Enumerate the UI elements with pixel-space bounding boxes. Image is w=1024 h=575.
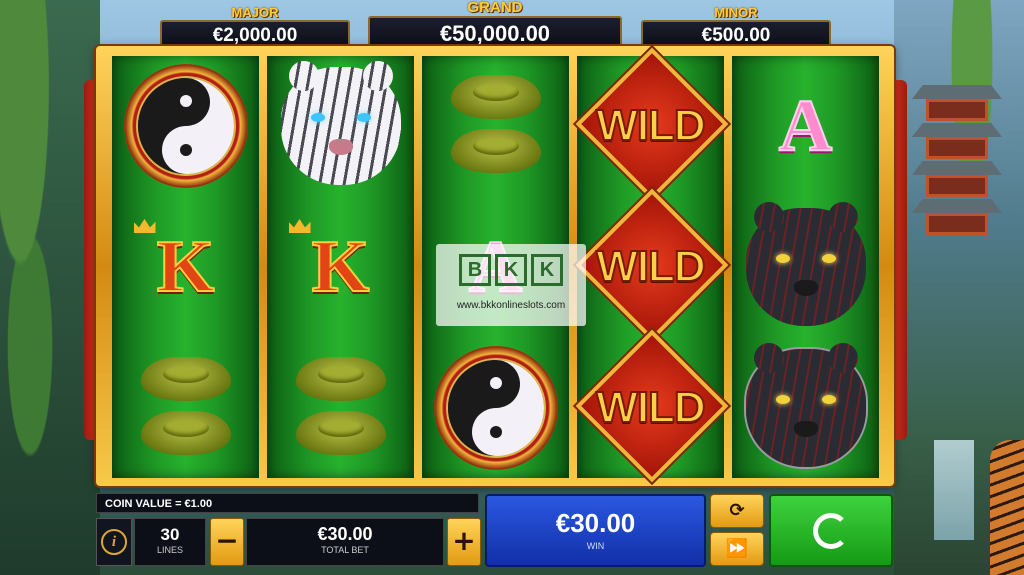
jackpot-grand-label: GRAND (467, 0, 523, 16)
win-label: WIN (586, 541, 605, 551)
reel-2: K (267, 56, 414, 478)
reel-4: WILD WILD WILD (577, 53, 724, 478)
symbol-cell (732, 338, 879, 478)
symbol-cell (112, 56, 259, 196)
reel-1: K (112, 56, 259, 478)
black-tiger-icon (745, 343, 866, 467)
lines-label: LINES (156, 545, 183, 555)
jackpot-grand: GRAND €50,000.00 (368, 0, 622, 52)
symbol-cell: K (112, 197, 259, 337)
symbol-cell (732, 197, 879, 337)
wild-symbol: WILD (577, 53, 724, 196)
symbol-cell: WILD (577, 335, 724, 478)
autoplay-button[interactable]: ⟳ (710, 494, 764, 528)
total-bet-label: TOTAL BET (321, 545, 369, 555)
wild-label: WILD (595, 100, 706, 151)
crown-icon (288, 219, 311, 233)
symbol-cell: WILD (577, 194, 724, 337)
mountain-scenery (894, 0, 1024, 575)
win-value: €30.00 (555, 508, 636, 538)
spin-button[interactable] (769, 494, 893, 567)
jackpot-major-label: MAJOR (231, 5, 279, 20)
reel-5: A (732, 56, 879, 478)
wild-symbol: WILD (577, 194, 724, 337)
gold-ingot-icon (441, 71, 551, 181)
symbol-cell: WILD (577, 53, 724, 196)
watermark-logo-letter: B (459, 254, 491, 286)
gold-ingot-icon (131, 353, 241, 463)
coin-value-display: COIN VALUE = €1.00 (96, 493, 479, 513)
wild-symbol: WILD (577, 335, 724, 478)
white-tiger-icon (280, 61, 401, 185)
autoplay-icon: ⟳ (729, 500, 745, 521)
spin-icon (813, 512, 849, 549)
symbol-cell: K (267, 197, 414, 337)
symbol-cell (422, 338, 569, 478)
royal-symbol-k: K (126, 219, 246, 308)
royal-symbol-k: K (281, 219, 401, 308)
watermark-logo-letter: K (495, 254, 527, 286)
tiger-side-art (990, 440, 1024, 575)
symbol-cell (112, 338, 259, 478)
crown-icon (133, 219, 156, 233)
jackpot-minor-label: MINOR (714, 5, 758, 20)
gold-ingot-icon (286, 353, 396, 463)
increase-bet-button[interactable]: + (447, 518, 481, 566)
watermark-logo: B K K (459, 254, 563, 286)
info-button[interactable]: i (96, 518, 132, 566)
symbol-cell (422, 56, 569, 196)
turbo-button[interactable]: ⏩ (710, 532, 764, 566)
pagoda (912, 85, 1002, 245)
wild-label: WILD (595, 382, 706, 433)
fast-forward-icon: ⏩ (725, 538, 749, 559)
watermark: B K K www.bkkonlineslots.com (436, 244, 586, 326)
lines-value: 30 (160, 525, 180, 544)
win-display: €30.00 WIN (485, 494, 706, 567)
symbol-cell: A (732, 56, 879, 196)
symbol-cell (267, 56, 414, 196)
yin-yang-icon (123, 64, 248, 188)
royal-symbol-a: A (778, 85, 833, 167)
wild-label: WILD (595, 241, 706, 292)
info-icon: i (101, 529, 127, 555)
watermark-logo-letter: K (531, 254, 563, 286)
symbol-cell (267, 338, 414, 478)
decrease-bet-button[interactable]: − (210, 518, 244, 566)
total-bet-value: €30.00 (317, 524, 373, 544)
waterfall (934, 440, 974, 540)
yin-yang-icon (433, 346, 558, 470)
watermark-url: www.bkkonlineslots.com (456, 300, 566, 311)
lines-display: 30 LINES (134, 518, 206, 566)
total-bet-display: €30.00 TOTAL BET (246, 518, 444, 566)
frame-accent-right (893, 80, 907, 440)
black-tiger-icon (745, 202, 866, 326)
